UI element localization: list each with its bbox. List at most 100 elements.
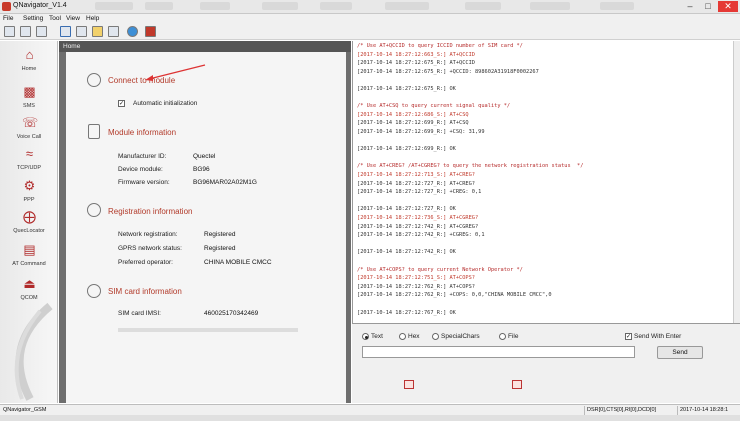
log-received-line: [2017-10-14 18:27:12:727_R:] +CREG: 0,1	[357, 189, 482, 196]
send-with-enter-label: Send With Enter	[634, 333, 682, 340]
sidebar-item-label: PPP	[23, 197, 35, 203]
at-log-panel[interactable]: /* Use AT+QCCID to query ICCID number of…	[352, 41, 740, 323]
phone-icon: ☏	[22, 115, 39, 130]
menu-tool[interactable]: Tool	[49, 15, 61, 22]
at-button-icon[interactable]	[404, 380, 414, 389]
mode-hex-label: Hex	[408, 333, 420, 340]
globe-icon	[87, 203, 101, 217]
toolbar	[0, 24, 740, 40]
open-icon[interactable]	[20, 26, 31, 37]
gear-icon	[87, 73, 101, 87]
menu-setting[interactable]: Setting	[23, 15, 43, 22]
book-icon[interactable]	[145, 26, 156, 37]
log-received-line: [2017-10-14 18:27:12:675_R:] +QCCID: 898…	[357, 68, 539, 75]
log-received-line: [2017-10-14 18:27:12:699_R:] AT+CSQ	[357, 120, 469, 127]
decorative-swirl	[14, 302, 53, 401]
registration-info-title: Registration information	[108, 207, 193, 216]
disk-icon[interactable]	[76, 26, 87, 37]
sidebar-item-at-command[interactable]: ▤ AT Command	[0, 240, 58, 278]
window-title: QNavigator_V1.4	[13, 2, 67, 9]
log-received-line: [2017-10-14 18:27:12:742_R:] OK	[357, 249, 456, 256]
locator-icon: ⨁	[23, 209, 36, 224]
sim-imsi-label: SIM card IMSI:	[118, 310, 161, 317]
module-icon	[88, 124, 100, 139]
log-received-line: [2017-10-14 18:27:12:675_R:] OK	[357, 86, 456, 92]
network-registration-value: Registered	[204, 231, 236, 238]
menu-help[interactable]: Help	[86, 15, 99, 22]
log-received-line: [2017-10-14 18:27:12:767_R:] OK	[357, 309, 456, 316]
sms-icon: ▩	[23, 84, 36, 99]
mode-text-label: Text	[371, 333, 383, 340]
taskbar-strip	[0, 415, 740, 421]
log-received-line: [2017-10-14 18:27:12:742_R:] AT+CGREG?	[357, 223, 479, 230]
home-panel-header: Home	[59, 41, 351, 52]
close-button[interactable]: ✕	[718, 1, 738, 12]
log-comment-line: /* Use AT+QCCID to query ICCID number of…	[357, 43, 523, 49]
mode-hex-radio[interactable]	[399, 333, 406, 340]
home-panel: Connect to module ✓ Automatic initializa…	[66, 52, 346, 403]
log-scrollbar[interactable]	[733, 41, 740, 323]
log-received-line: [2017-10-14 18:27:12:762_R:] AT+COPS?	[357, 283, 475, 290]
wifi-icon: ≈	[25, 146, 34, 161]
log-sent-line: [2017-10-14 18:27:12:663_S:] AT+QCCID	[357, 51, 475, 58]
sidebar-item-label: TCP/UDP	[16, 165, 42, 171]
app-logo-icon	[2, 2, 11, 11]
log-received-line: [2017-10-14 18:27:12:675_R:] AT+QCCID	[357, 60, 475, 67]
save-icon[interactable]	[4, 26, 15, 37]
log-sent-line: [2017-10-14 18:27:12:686_S:] AT+CSQ	[357, 111, 469, 118]
export-icon[interactable]	[108, 26, 119, 37]
ppp-icon: ⚙	[23, 178, 36, 193]
blurred-tab	[465, 2, 501, 10]
blurred-tab	[95, 2, 133, 10]
network-registration-label: Network registration:	[118, 231, 178, 238]
device-module-label: Device module:	[118, 166, 163, 173]
status-datetime: 2017-10-14 18:28:1	[677, 406, 728, 415]
menu-bar: File Setting Tool View Help	[0, 14, 740, 24]
blurred-tab	[385, 2, 429, 10]
sidebar-item-label: Voice Call	[16, 134, 42, 140]
menu-view[interactable]: View	[66, 15, 80, 22]
module-info-title: Module information	[108, 128, 177, 137]
sidebar-item-label: SMS	[23, 103, 35, 109]
settings-icon[interactable]	[36, 26, 47, 37]
blurred-tab	[320, 2, 352, 10]
gprs-status-label: GPRS network status:	[118, 245, 182, 252]
qcom-icon: ⏏	[23, 276, 36, 291]
sidebar-item-label: Home	[21, 66, 37, 72]
send-with-enter-checkbox[interactable]: ✓	[625, 333, 632, 340]
menu-file[interactable]: File	[3, 15, 13, 22]
title-bar: QNavigator_V1.4 – □ ✕	[0, 0, 740, 14]
log-sent-line: [2017-10-14 18:27:12:736_S:] AT+CGREG?	[357, 215, 479, 221]
globe-icon[interactable]	[127, 26, 138, 37]
mode-specialchars-label: SpecialChars	[441, 333, 480, 340]
command-input[interactable]	[362, 346, 635, 358]
maximize-button[interactable]: □	[700, 1, 716, 12]
log-sent-line: [2017-10-14 18:27:12:751_S:] AT+COPS?	[357, 275, 475, 282]
device-module-value: BG96	[193, 166, 210, 173]
mode-text-radio[interactable]	[362, 333, 369, 340]
sim-card-icon	[87, 284, 101, 298]
at-command-icon: ▤	[23, 242, 36, 257]
log-comment-line: /* Use AT+CREG? /AT+CGREG? to query the …	[357, 163, 584, 170]
cut-off-row	[118, 328, 298, 332]
folder-icon[interactable]	[92, 26, 103, 37]
log-received-line: [2017-10-14 18:27:12:727_R:] OK	[357, 206, 456, 213]
home-icon: ⌂	[25, 47, 34, 62]
sim-imsi-value: 460025170342469	[204, 310, 259, 317]
sidebar-item-home[interactable]: ⌂ Home	[0, 45, 58, 83]
send-button[interactable]: Send	[657, 346, 703, 359]
blurred-tab	[145, 2, 173, 10]
log-received-line: [2017-10-14 18:27:12:762_R:] +COPS: 0,0,…	[357, 292, 552, 299]
firmware-label: Firmware version:	[118, 179, 170, 186]
log-received-line: [2017-10-14 18:27:12:727_R:] AT+CREG?	[357, 180, 475, 187]
sim-info-title: SIM card information	[108, 287, 182, 296]
at-button-icon[interactable]	[512, 380, 522, 389]
mode-specialchars-radio[interactable]	[432, 333, 439, 340]
mode-file-radio[interactable]	[499, 333, 506, 340]
preferred-operator-label: Preferred operator:	[118, 259, 173, 266]
auto-init-checkbox[interactable]: ✓	[118, 100, 125, 107]
window-icon[interactable]	[60, 26, 71, 37]
log-received-line: [2017-10-14 18:27:12:699_R:] +CSQ: 31,99	[357, 129, 485, 135]
status-app-name: QNavigator_GSM	[3, 407, 47, 413]
minimize-button[interactable]: –	[682, 1, 698, 12]
